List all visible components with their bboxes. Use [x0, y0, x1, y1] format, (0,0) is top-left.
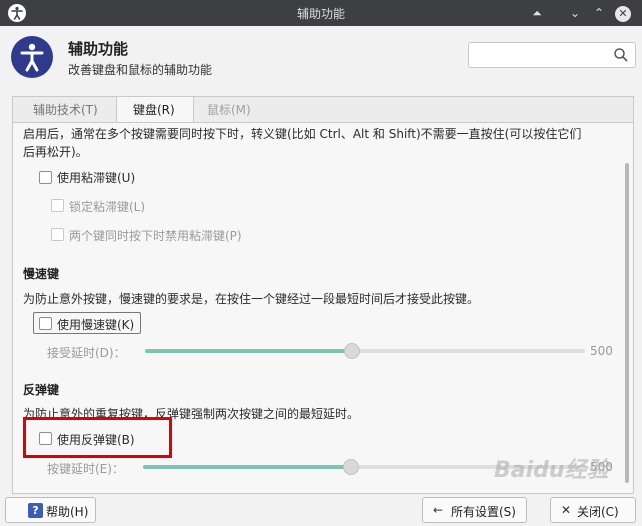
- close-window-button[interactable]: ✕: [614, 4, 632, 22]
- accessibility-icon: [11, 36, 53, 78]
- close-icon: ✕: [615, 6, 631, 22]
- bounce-keys-delay-slider[interactable]: [343, 459, 359, 475]
- sticky-keys-checkbox[interactable]: [39, 171, 52, 184]
- close-button[interactable]: ✕ 关闭(C): [550, 497, 636, 523]
- lock-sticky-keys-label: 锁定粘滞键(L): [69, 200, 146, 214]
- help-button[interactable]: ? 帮助(H): [5, 497, 96, 523]
- sticky-keys-description-cont: 后再松开)。: [23, 145, 88, 159]
- bounce-keys-heading: 反弹键: [23, 383, 60, 397]
- disable-two-keys-label: 两个键同时按下时禁用粘滞键(P): [69, 229, 242, 243]
- slow-keys-label: 使用慢速键(K): [57, 318, 135, 332]
- bounce-keys-delay-fill: [143, 465, 351, 469]
- lock-sticky-keys-checkbox[interactable]: [51, 199, 64, 212]
- slow-keys-delay-slider[interactable]: [344, 343, 360, 359]
- search-input[interactable]: [468, 42, 636, 68]
- back-arrow-icon: ←: [433, 503, 444, 517]
- tab-assistive-technology[interactable]: 辅助技术(T): [33, 101, 98, 118]
- sticky-keys-label: 使用粘滞键(U): [57, 171, 136, 185]
- all-settings-label: 所有设置(S): [451, 505, 516, 519]
- slow-keys-delay-value: 500: [590, 344, 613, 358]
- highlight-annotation-box: [23, 417, 172, 458]
- sticky-keys-description: 启用后，通常在多个按键需要同时按下时，转义键(比如 Ctrl、Alt 和 Shi…: [23, 127, 582, 141]
- window-titlebar: 辅助功能 ⏶ ⌄ ⌃ ✕: [0, 0, 642, 26]
- tab-keyboard[interactable]: 键盘(R): [133, 101, 175, 118]
- all-settings-button[interactable]: ← 所有设置(S): [422, 497, 527, 523]
- app-header: 辅助功能 改善键盘和鼠标的辅助功能: [0, 26, 642, 90]
- maximize-icon[interactable]: ⌃: [590, 4, 608, 22]
- search-icon: [614, 48, 628, 62]
- page-subtitle: 改善键盘和鼠标的辅助功能: [68, 63, 213, 77]
- tab-mouse[interactable]: 鼠标(M): [207, 101, 251, 118]
- slow-keys-delay-label: 接受延时(D)：: [47, 346, 126, 360]
- scrollbar[interactable]: [625, 163, 629, 483]
- page-title: 辅助功能: [68, 40, 129, 58]
- tab-bar: 辅助技术(T) 键盘(R) 鼠标(M): [12, 96, 634, 123]
- slow-keys-description: 为防止意外按键，慢速键的要求是，在按住一个键经过一段最短时间后才接受此按键。: [23, 292, 480, 306]
- slow-keys-checkbox[interactable]: [39, 317, 52, 330]
- slow-keys-heading: 慢速键: [23, 267, 60, 281]
- slow-keys-delay-fill: [145, 349, 352, 353]
- help-icon: ?: [28, 503, 43, 518]
- restore-icon[interactable]: ⌄: [566, 4, 584, 22]
- help-button-label: 帮助(H): [46, 505, 89, 519]
- minimize-icon[interactable]: ⏶: [528, 4, 546, 22]
- bounce-keys-delay-label: 按键延时(E)：: [47, 462, 124, 476]
- disable-two-keys-checkbox[interactable]: [51, 228, 64, 241]
- close-x-icon: ✕: [561, 503, 572, 517]
- close-button-label: 关闭(C): [577, 505, 619, 519]
- baidu-watermark: Baidu经验: [494, 458, 609, 483]
